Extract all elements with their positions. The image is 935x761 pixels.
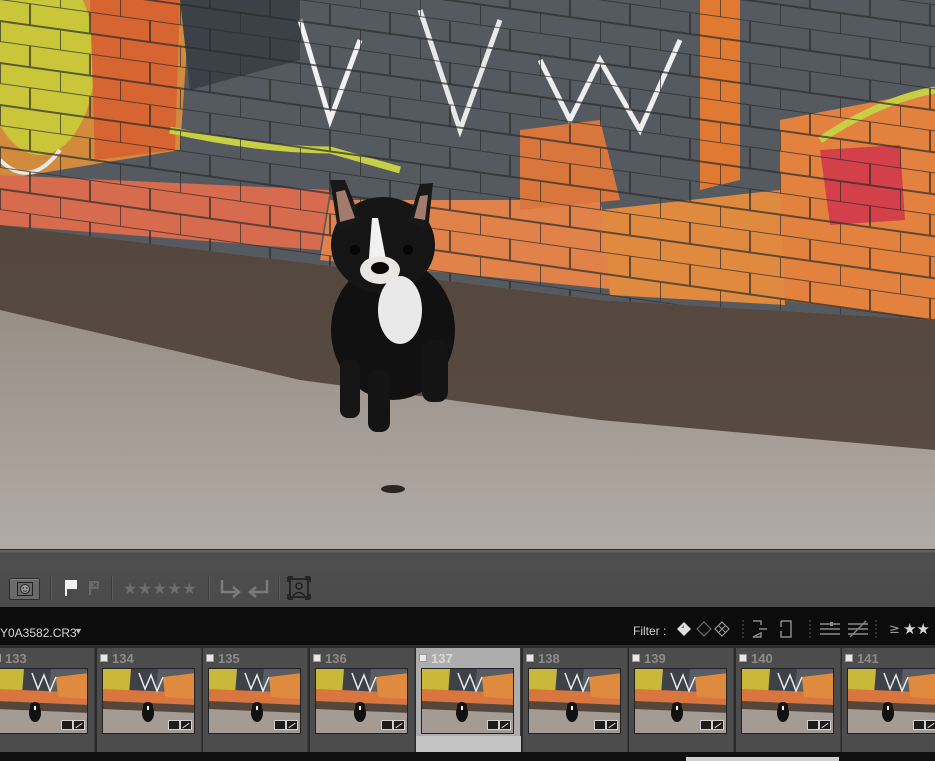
rotate-left-button[interactable] — [217, 577, 243, 599]
develop-badge-icon[interactable] — [819, 720, 831, 730]
thumbnail-image[interactable] — [315, 668, 408, 734]
thumbnail-image[interactable] — [634, 668, 727, 734]
crop-badge-icon[interactable] — [168, 720, 180, 730]
thumbnail-image[interactable] — [528, 668, 621, 734]
crop-badge-icon[interactable] — [274, 720, 286, 730]
rating-filter-stars[interactable]: ★★ — [903, 620, 930, 638]
filmstrip-cell[interactable]: 133 — [0, 648, 95, 755]
filmstrip-cell[interactable]: 139 — [629, 648, 734, 755]
filter-separator — [808, 620, 812, 638]
cell-index-number: 133 — [5, 651, 27, 666]
filmstrip-cell[interactable]: 138 — [523, 648, 628, 755]
flag-status-icon[interactable] — [100, 654, 108, 662]
develop-badge-icon[interactable] — [606, 720, 618, 730]
filmstrip-header: Y0A3582.CR3 ▼ Filter : ≥ ★★ — [0, 607, 935, 645]
chevron-down-icon[interactable]: ▼ — [74, 626, 83, 636]
filmstrip-cell[interactable]: 135 — [203, 648, 308, 755]
rating-operator[interactable]: ≥ — [889, 622, 900, 637]
face-region-icon — [16, 582, 33, 596]
develop-badge-icon[interactable] — [499, 720, 511, 730]
flag-status-icon[interactable] — [206, 654, 214, 662]
develop-badge-icon[interactable] — [393, 720, 405, 730]
flag-filter-icon — [677, 621, 730, 637]
crop-badge-icon[interactable] — [594, 720, 606, 730]
filter-adjust-group[interactable] — [818, 620, 870, 638]
cell-index-number: 138 — [538, 651, 560, 666]
cell-index-number: 137 — [431, 651, 453, 666]
main-photo-preview — [0, 0, 935, 549]
develop-badge-icon[interactable] — [286, 720, 298, 730]
filmstrip-cell[interactable]: 140 — [736, 648, 841, 755]
filter-label: Filter : — [633, 624, 667, 638]
flag-status-icon[interactable] — [632, 654, 640, 662]
current-filename[interactable]: Y0A3582.CR3 — [0, 626, 77, 640]
face-region-button[interactable] — [9, 578, 40, 600]
filter-edit-group[interactable] — [751, 620, 799, 638]
thumbnail-image[interactable] — [0, 668, 88, 734]
toolbar-separator — [111, 576, 113, 600]
crop-overlay-icon — [287, 576, 311, 600]
crop-badge-icon[interactable] — [700, 720, 712, 730]
star-rating-control[interactable]: ★★★★★ — [119, 577, 201, 599]
rotate-right-icon — [248, 580, 269, 598]
filmstrip-cell[interactable]: 136 — [310, 648, 415, 755]
toolbar-separator — [278, 576, 280, 600]
thumbnail-image[interactable] — [847, 668, 935, 734]
flag-status-icon[interactable] — [313, 654, 321, 662]
filter-separator — [874, 620, 878, 638]
loupe-toolbar: ★★★★★ — [0, 549, 935, 607]
filmstrip: 133 134 135 136 137 138 139 140 141 — [0, 645, 935, 761]
photo-graphic — [0, 0, 935, 549]
develop-badge-icon[interactable] — [712, 720, 724, 730]
thumbnail-image[interactable] — [741, 668, 834, 734]
pick-flag-icon — [65, 580, 77, 596]
toolbar-separator — [208, 576, 210, 600]
crop-badge-icon[interactable] — [61, 720, 73, 730]
flag-status-icon[interactable] — [739, 654, 747, 662]
develop-badge-icon[interactable] — [73, 720, 85, 730]
edited-filter-icon — [752, 620, 792, 638]
cell-index-number: 139 — [644, 651, 666, 666]
cell-index-number: 140 — [751, 651, 773, 666]
develop-badge-icon[interactable] — [925, 720, 935, 730]
filmstrip-cell[interactable]: 137 — [416, 648, 521, 755]
rotate-left-icon — [220, 580, 241, 598]
crop-overlay-button[interactable] — [286, 576, 312, 600]
flag-status-icon[interactable] — [419, 654, 427, 662]
flag-status-icon[interactable] — [845, 654, 853, 662]
pick-flag-button[interactable] — [63, 577, 79, 599]
flag-status-icon[interactable] — [526, 654, 534, 662]
flag-status-icon[interactable] — [0, 654, 1, 662]
crop-badge-icon[interactable] — [807, 720, 819, 730]
reject-flag-button[interactable] — [87, 577, 101, 599]
reject-flag-icon — [89, 581, 99, 595]
cell-index-number: 141 — [857, 651, 879, 666]
cell-index-number: 134 — [112, 651, 134, 666]
cell-index-number: 136 — [325, 651, 347, 666]
develop-badge-icon[interactable] — [180, 720, 192, 730]
filmstrip-cell[interactable]: 141 — [842, 648, 935, 755]
filmstrip-cell[interactable]: 134 — [97, 648, 202, 755]
thumbnail-image[interactable] — [208, 668, 301, 734]
crop-badge-icon[interactable] — [487, 720, 499, 730]
rotate-right-button[interactable] — [246, 577, 272, 599]
cell-index-number: 135 — [218, 651, 240, 666]
thumbnail-image[interactable] — [421, 668, 514, 734]
filter-flag-group[interactable] — [676, 620, 732, 638]
crop-badge-icon[interactable] — [381, 720, 393, 730]
toolbar-separator — [50, 576, 52, 600]
filmstrip-scrollbar-thumb[interactable] — [686, 757, 839, 761]
crop-badge-icon[interactable] — [913, 720, 925, 730]
thumbnail-image[interactable] — [102, 668, 195, 734]
adjustment-filter-icon — [820, 620, 868, 638]
filter-separator — [741, 620, 745, 638]
